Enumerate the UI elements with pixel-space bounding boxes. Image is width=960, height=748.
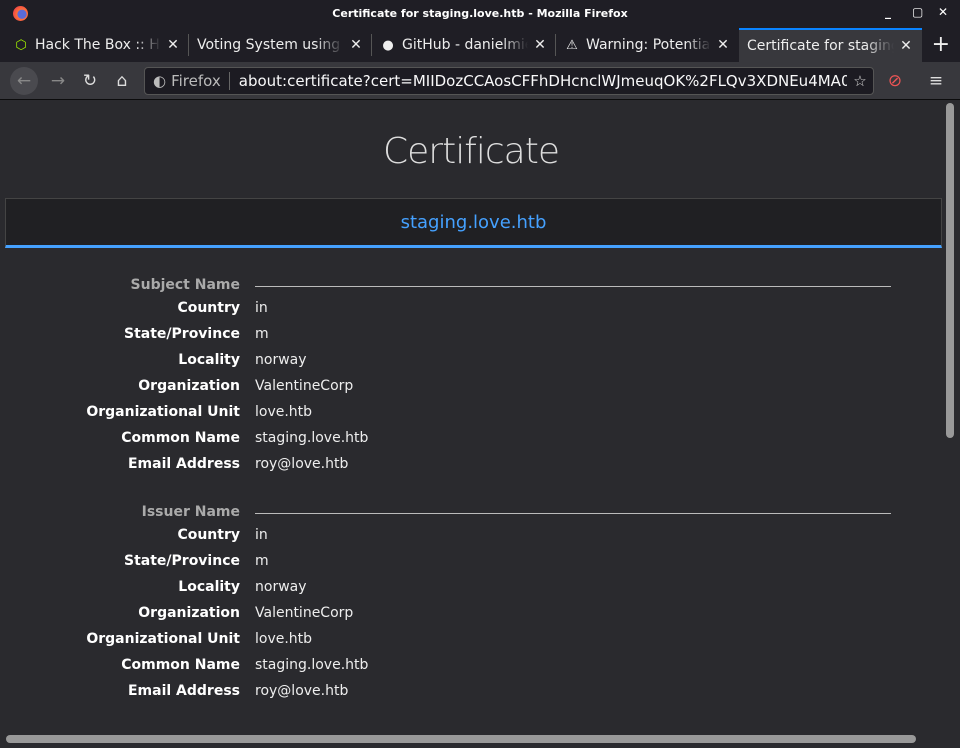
field-value: love.htb [255,631,313,647]
field-value: ValentineCorp [255,605,354,621]
field-label: Organizational Unit [86,404,240,420]
section-heading: Subject Name [130,277,240,293]
field-label: Email Address [127,456,240,472]
scrollbar-thumb[interactable] [6,735,916,743]
forward-button[interactable]: → [44,67,72,95]
tab-voting-system[interactable]: Voting System using PHP ✕ [189,28,372,62]
field-value: staging.love.htb [255,657,369,673]
tab-close-icon[interactable]: ✕ [898,38,914,54]
field-row: Organization ValentineCorp [0,378,942,404]
field-row: Email Address roy@love.htb [0,683,942,709]
field-row: Organizational Unit love.htb [0,404,942,430]
reload-button[interactable]: ↻ [76,67,104,95]
tab-close-icon[interactable]: ✕ [532,37,548,53]
field-row: Email Address roy@love.htb [0,456,942,482]
field-label: Locality [178,352,240,368]
tab-github[interactable]: ● GitHub - danielmiessler ✕ [372,28,556,62]
field-label: Organization [138,605,240,621]
vertical-scrollbar[interactable] [943,101,960,731]
firefox-identity-icon: ◐ [153,72,167,90]
field-value: norway [255,579,307,595]
divider [255,513,891,514]
field-value: roy@love.htb [255,683,349,699]
extension-icon[interactable]: ⊘ [881,67,909,95]
tab-warning[interactable]: ⚠ Warning: Potential Security Risk ✕ [556,28,739,62]
minimize-icon[interactable]: _ [885,5,891,19]
tab-certificate[interactable]: Certificate for staging.love.htb ✕ [739,28,922,62]
tab-close-icon[interactable]: ✕ [165,37,181,53]
title-bar: Certificate for staging.love.htb - Mozil… [0,0,960,28]
tab-close-icon[interactable]: ✕ [715,37,731,53]
warning-icon: ⚠ [566,37,578,53]
field-value: m [255,326,269,342]
back-button[interactable]: ← [10,67,38,95]
home-button[interactable]: ⌂ [108,67,136,95]
field-row: State/Province m [0,326,942,352]
divider [255,286,891,287]
field-row: State/Province m [0,553,942,579]
field-label: Common Name [121,430,240,446]
field-value: roy@love.htb [255,456,349,472]
field-row: Common Name staging.love.htb [0,657,942,683]
bookmark-star-icon[interactable]: ☆ [847,72,873,90]
field-label: State/Province [124,326,240,342]
field-label: Common Name [121,657,240,673]
page-content: Certificate staging.love.htb Subject Nam… [0,101,942,731]
field-row: Country in [0,527,942,553]
url-bar[interactable]: ◐ Firefox about:certificate?cert=MIIDozCC… [144,67,874,95]
github-icon: ● [382,37,394,53]
section-heading: Issuer Name [141,504,240,520]
field-value: norway [255,352,307,368]
field-row: Country in [0,300,942,326]
field-label: Organizational Unit [86,631,240,647]
close-window-icon[interactable]: ✕ [938,5,948,19]
field-label: Country [177,300,240,316]
page-title: Certificate [383,131,560,172]
field-row: Organizational Unit love.htb [0,631,942,657]
new-tab-button[interactable]: + [932,32,950,57]
htb-cube-icon: ⬡ [15,37,27,53]
field-value: ValentineCorp [255,378,354,394]
navigation-bar: ← → ↻ ⌂ ◐ Firefox about:certificate?cert=… [0,62,960,100]
field-value: love.htb [255,404,313,420]
certificate-tab[interactable]: staging.love.htb [5,198,942,248]
field-row: Locality norway [0,352,942,378]
window-title: Certificate for staging.love.htb - Mozil… [332,7,628,20]
maximize-icon[interactable]: ▢ [912,5,923,19]
field-value: staging.love.htb [255,430,369,446]
field-row: Common Name staging.love.htb [0,430,942,456]
field-label: Country [177,527,240,543]
scrollbar-thumb[interactable] [946,103,954,438]
field-row: Organization ValentineCorp [0,605,942,631]
identity-box[interactable]: ◐ Firefox [145,72,230,90]
tab-strip: ⬡ Hack The Box :: Hack The Box ✕ Voting … [0,28,960,62]
field-label: Organization [138,378,240,394]
field-label: State/Province [124,553,240,569]
tab-hack-the-box[interactable]: ⬡ Hack The Box :: Hack The Box ✕ [5,28,189,62]
menu-hamburger-icon[interactable]: ≡ [922,67,950,95]
horizontal-scrollbar[interactable] [0,731,960,748]
field-label: Email Address [127,683,240,699]
field-row: Locality norway [0,579,942,605]
tab-close-icon[interactable]: ✕ [348,37,364,53]
field-value: in [255,527,268,543]
field-value: m [255,553,269,569]
field-label: Locality [178,579,240,595]
field-value: in [255,300,268,316]
url-text[interactable]: about:certificate?cert=MIIDozCCAosCFFhDH… [230,72,847,90]
